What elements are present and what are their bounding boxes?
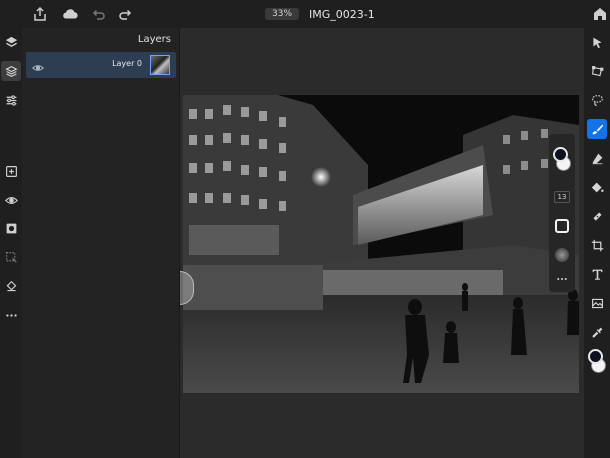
square-brush-icon: [555, 219, 569, 233]
layers-panel-title: Layers: [137, 34, 171, 45]
canvas-area[interactable]: [180, 28, 580, 458]
layers-panel: Layers Layer 0: [22, 28, 180, 458]
layers-icon[interactable]: [1, 32, 21, 52]
visibility-icon[interactable]: [1, 190, 21, 210]
brush-icon[interactable]: [587, 119, 607, 139]
brush-options-panel: 13: [549, 134, 575, 292]
share-icon[interactable]: [30, 4, 50, 24]
foreground-color[interactable]: [553, 147, 568, 162]
mask-icon[interactable]: [1, 218, 21, 238]
fill-bucket-icon[interactable]: [587, 177, 607, 197]
document-title: IMG_0023-1: [309, 7, 375, 21]
brush-size-value: 13: [554, 191, 570, 203]
healing-icon[interactable]: [587, 206, 607, 226]
brush-softness-control[interactable]: [552, 245, 572, 265]
type-icon[interactable]: [587, 264, 607, 284]
cloud-icon[interactable]: [58, 4, 82, 24]
layer-thumbnail[interactable]: [150, 55, 170, 75]
brush-size-control[interactable]: 13: [552, 187, 572, 207]
foreground-color-swatch[interactable]: [588, 349, 603, 364]
home-icon[interactable]: [590, 4, 610, 24]
lasso-icon[interactable]: [587, 90, 607, 110]
document-image[interactable]: [183, 95, 579, 393]
brush-hardness-square[interactable]: [552, 216, 572, 236]
layer-name: Layer 0: [112, 59, 142, 68]
document-title-group: 33% IMG_0023-1: [265, 6, 375, 22]
move-icon[interactable]: [587, 32, 607, 52]
redo-icon[interactable]: [116, 4, 136, 24]
top-bar: 33% IMG_0023-1: [0, 0, 610, 28]
eraser-icon[interactable]: [587, 148, 607, 168]
add-layer-icon[interactable]: [1, 161, 21, 181]
brush-color-dual: [552, 146, 572, 174]
adjustments-icon[interactable]: [1, 90, 21, 110]
select-icon[interactable]: [1, 247, 21, 267]
eye-icon[interactable]: [31, 59, 45, 71]
undo-icon[interactable]: [88, 4, 108, 24]
color-swatches[interactable]: [587, 348, 607, 376]
soft-brush-icon: [555, 248, 569, 262]
brush-color-swatch[interactable]: [552, 147, 572, 171]
more-brush-options-icon[interactable]: [552, 269, 572, 289]
fill-icon[interactable]: [1, 276, 21, 296]
crop-icon[interactable]: [587, 235, 607, 255]
app-window: 33% IMG_0023-1 Layers Layer 0 13: [0, 0, 610, 458]
layer-row[interactable]: Layer 0: [26, 52, 176, 78]
more-icon[interactable]: [1, 305, 21, 325]
transform-icon[interactable]: [587, 61, 607, 81]
layer-properties-icon[interactable]: [1, 61, 21, 81]
right-toolbar: [584, 28, 610, 458]
place-image-icon[interactable]: [587, 293, 607, 313]
zoom-level[interactable]: 33%: [265, 8, 300, 20]
eyedropper-icon[interactable]: [587, 322, 607, 342]
left-toolbar: [0, 28, 22, 458]
